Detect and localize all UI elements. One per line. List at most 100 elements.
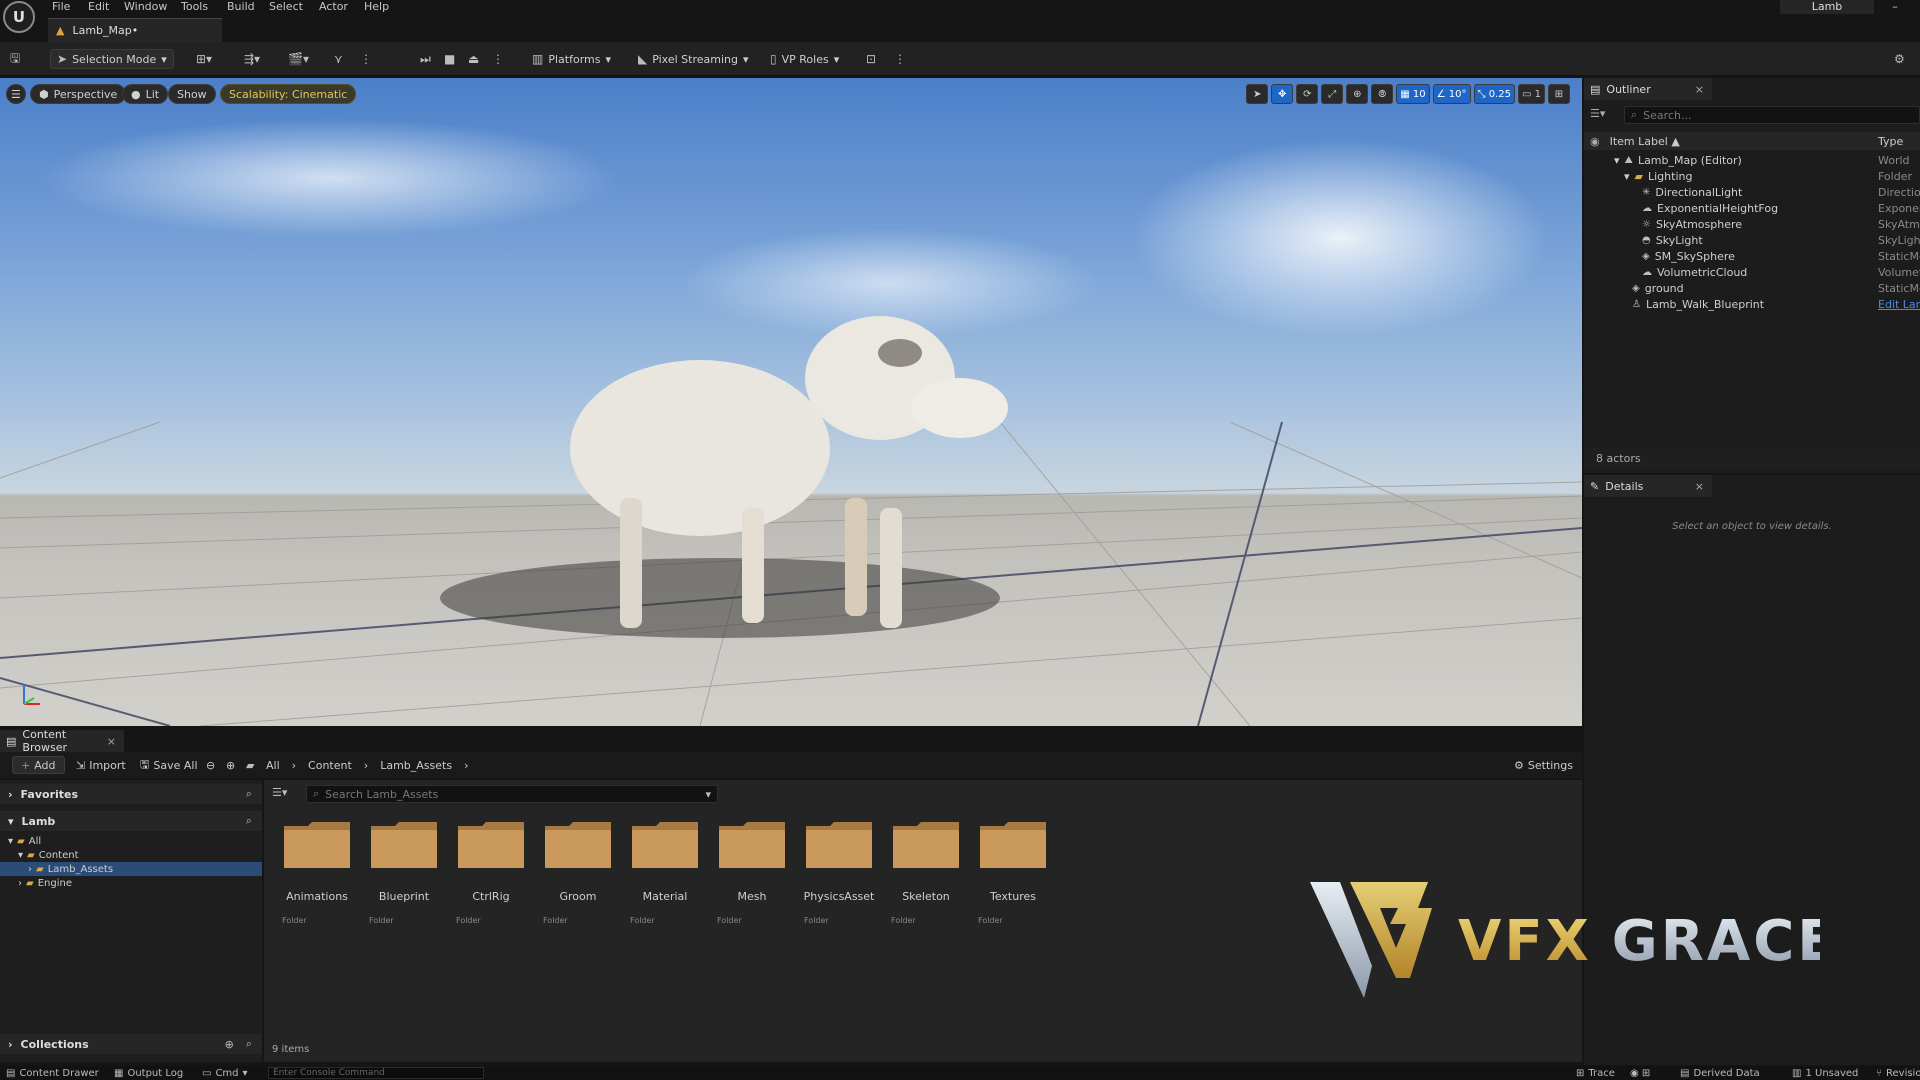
outliner-row[interactable]: ▾ ▰ Lighting Folder [1584,168,1920,184]
world-space-icon[interactable]: ⊕ [1346,84,1369,104]
scalability-badge[interactable]: Scalability: Cinematic [220,84,357,104]
search-icon[interactable]: ⌕ [246,814,252,828]
folder-tile[interactable]: Groom Folder [535,820,621,930]
camera-speed-button[interactable]: ▭ 1 [1517,84,1545,104]
tree-item-content[interactable]: ▾ ▰ Content [0,848,262,862]
perspective-button[interactable]: ⬢ Perspective [30,84,127,104]
settings-gear-icon[interactable]: ⚙ [1894,50,1905,68]
minimize-button[interactable]: – [1885,0,1905,14]
grid-snap-button[interactable]: ▦ 10 [1396,84,1430,104]
outliner-row[interactable]: ✳ DirectionalLight DirectionalLight [1584,184,1920,200]
trace-button[interactable]: ⊞ Trace [1576,1066,1615,1080]
outliner-row[interactable]: ◓ SkyLight SkyLight [1584,232,1920,248]
settings-button[interactable]: ⚙ Settings [1514,756,1573,774]
folder-tile[interactable]: Mesh Folder [709,820,795,930]
content-drawer-button[interactable]: ▤ Content Drawer [6,1066,99,1080]
outliner-tab[interactable]: ▤ Outliner × [1584,78,1712,100]
search-icon[interactable]: ⌕ [246,1037,252,1051]
folder-tile[interactable]: PhysicsAsset Folder [796,820,882,930]
level-viewport[interactable]: ☰ ⬢ Perspective ● Lit Show Scalability: … [0,78,1582,726]
breadcrumb-lamb-assets[interactable]: Lamb_Assets [380,759,452,772]
surface-snap-icon[interactable]: ⦾ [1371,84,1394,104]
blueprint-icon[interactable]: ⇶▾ [244,50,260,68]
menu-file[interactable]: File [52,0,70,14]
rotate-tool-icon[interactable]: ⟳ [1296,84,1319,104]
pixel-streaming-button[interactable]: ◣ Pixel Streaming ▾ [638,50,749,68]
tree-item-engine[interactable]: › ▰ Engine [0,876,262,890]
import-button[interactable]: ⇲ Import [76,756,126,774]
menu-tools[interactable]: Tools [181,0,208,14]
menu-actor[interactable]: Actor [319,0,348,14]
outliner-search-input[interactable]: ⌕ Search... [1624,106,1920,124]
folder-tile[interactable]: Skeleton Folder [883,820,969,930]
play-options-icon[interactable]: ⋮ [492,50,504,68]
vp-roles-button[interactable]: ▯ VP Roles ▾ [770,50,839,68]
vp-more-icon[interactable]: ⋮ [894,50,906,68]
history-forward-icon[interactable]: ⊕ [226,756,235,774]
tree-item-all[interactable]: ▾ ▰ All [0,834,262,848]
close-icon[interactable]: × [1695,83,1704,96]
stop-icon[interactable]: ■ [444,50,455,68]
asset-search-input[interactable]: ⌕ Search Lamb_Assets ▾ [306,785,718,803]
content-browser-tab[interactable]: ▤ Content Browser × [0,728,124,754]
select-tool-icon[interactable]: ➤ [1246,84,1269,104]
modes-icon[interactable]: ⋎ [334,50,343,68]
outliner-row[interactable]: ☁ VolumetricCloud VolumetricCloud [1584,264,1920,280]
favorites-section[interactable]: › Favorites ⌕ [0,784,262,804]
folder-icon[interactable]: ▰ [246,756,254,774]
vp-icon[interactable]: ⊡ [866,50,876,68]
outliner-row[interactable]: ☁ ExponentialHeightFog ExponentialHeightF… [1584,200,1920,216]
add-button[interactable]: + Add [12,756,65,774]
maximize-viewport-icon[interactable]: ⊞ [1548,84,1570,104]
level-tab[interactable]: ▲ Lamb_Map• [48,18,222,42]
source-control-icon[interactable]: ◉ ⊞ [1630,1066,1650,1080]
console-input[interactable]: Enter Console Command [268,1067,484,1079]
menu-build[interactable]: Build [227,0,255,14]
folder-tile[interactable]: Textures Folder [970,820,1056,930]
collections-section[interactable]: › Collections ⊕ ⌕ [0,1034,262,1054]
folder-tile[interactable]: Material Folder [622,820,708,930]
scale-snap-button[interactable]: ⤡ 0.25 [1473,84,1515,104]
outliner-row[interactable]: ♙ Lamb_Walk_Blueprint Edit Lamb [1584,296,1920,312]
outliner-row[interactable]: ◈ SM_SkySphere StaticMeshActor [1584,248,1920,264]
revision-control-button[interactable]: ⑂ Revision [1876,1066,1920,1080]
outliner-row[interactable]: ◈ ground StaticMeshActor [1584,280,1920,296]
translate-tool-icon[interactable]: ✥ [1271,84,1294,104]
search-icon[interactable]: ⌕ [246,787,252,801]
close-icon[interactable]: × [1695,480,1704,493]
folder-tile[interactable]: CtrlRig Folder [448,820,534,930]
menu-help[interactable]: Help [364,0,389,14]
column-item-label[interactable]: Item Label ▲ [1610,135,1680,148]
platforms-button[interactable]: ▥ Platforms ▾ [532,50,611,68]
outliner-row[interactable]: ☼ SkyAtmosphere SkyAtmosphere [1584,216,1920,232]
breadcrumb-all[interactable]: All [266,759,280,772]
eject-icon[interactable]: ⏏ [468,50,479,68]
output-log-button[interactable]: ▦ Output Log [114,1066,183,1080]
cinematics-icon[interactable]: 🎬▾ [288,50,309,68]
filter-icon[interactable]: ☰▾ [1590,107,1605,120]
add-actor-icon[interactable]: ⊞▾ [196,50,212,68]
more-options-icon[interactable]: ⋮ [360,50,372,68]
history-back-icon[interactable]: ⊖ [206,756,215,774]
breadcrumb-content[interactable]: Content [308,759,352,772]
rotation-snap-button[interactable]: ∠ 10° [1432,84,1471,104]
advance-frame-icon[interactable]: ⏭ [420,50,431,68]
outliner-row[interactable]: ▾ ⛰ Lamb_Map (Editor) World [1584,152,1920,168]
viewport-options-button[interactable]: ☰ [6,84,26,104]
menu-select[interactable]: Select [269,0,303,14]
unsaved-button[interactable]: ▥ 1 Unsaved [1792,1066,1858,1080]
project-section[interactable]: ▾ Lamb ⌕ [0,811,262,831]
menu-edit[interactable]: Edit [88,0,109,14]
details-tab[interactable]: ✎ Details × [1584,475,1712,497]
filter-icon[interactable]: ☰▾ [272,786,287,799]
close-icon[interactable]: × [107,735,116,748]
folder-tile[interactable]: Animations Folder [274,820,360,930]
folder-tile[interactable]: Blueprint Folder [361,820,447,930]
edit-blueprint-link[interactable]: Edit Lamb [1878,298,1920,311]
visibility-eye-icon[interactable]: ◉ [1590,135,1600,148]
column-type[interactable]: Type [1878,135,1903,148]
unreal-logo-icon[interactable]: U [3,1,35,33]
add-collection-icon[interactable]: ⊕ [225,1038,234,1051]
tree-item-lamb-assets[interactable]: › ▰ Lamb_Assets [0,862,262,876]
selection-mode-dropdown[interactable]: ➤ Selection Mode ▾ [50,49,174,69]
